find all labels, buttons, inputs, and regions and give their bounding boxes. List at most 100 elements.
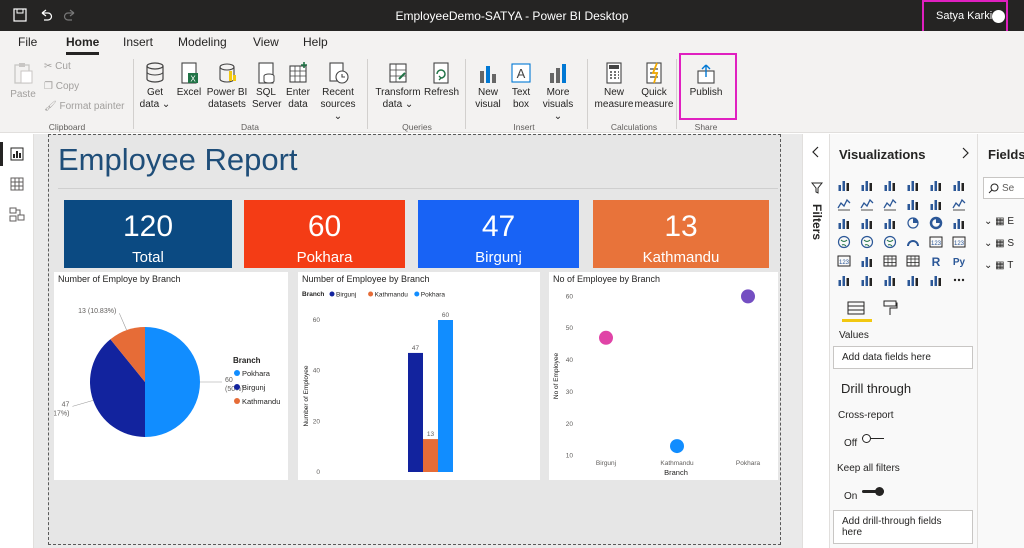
quick-measure-button[interactable]: Quick measure [634,61,674,111]
fields-tab[interactable] [842,300,872,322]
chevron-left-icon[interactable] [811,146,821,158]
treemap-visual-icon[interactable] [952,216,966,230]
kpi-card-pokhara[interactable]: 60 Pokhara [244,200,405,268]
refresh-button[interactable]: Refresh [424,61,459,99]
shape-map-visual-icon[interactable] [883,235,897,249]
separator [676,59,677,129]
quick-measure-label-2: measure [634,99,674,110]
model-view-icon[interactable] [9,206,25,222]
legend-item: Pokhara [421,292,446,299]
copy-button[interactable]: ❐ Copy [44,81,79,93]
line-clustered-visual-icon[interactable] [929,197,943,211]
donut-visual-icon[interactable] [929,216,943,230]
get-data-button[interactable]: Get data ⌄ [139,61,171,111]
tab-view[interactable]: View [253,35,279,49]
kpi-card-birgunj[interactable]: 47 Birgunj [418,200,579,268]
y-axis-label: No of Employee [553,352,560,399]
filled-map-visual-icon[interactable] [860,235,874,249]
format-paint-roller-icon[interactable] [882,300,898,316]
drill-through-drop-zone[interactable]: Add drill-through fields here [833,510,973,544]
card-visual-icon[interactable]: 123 [929,235,943,249]
cut-button[interactable]: ✂ Cut [44,61,71,73]
fields-search-input[interactable]: Se [983,177,1024,199]
line-visual-icon[interactable] [837,197,851,211]
clustered-column-visual-icon[interactable] [906,178,920,192]
kpi-card-total[interactable]: 120 Total [64,200,232,268]
field-table-item[interactable]: ⌄ ▦ E [984,216,1014,230]
field-table-item[interactable]: ⌄ ▦ S [984,238,1014,252]
text-box-label-1: Text [511,87,531,98]
format-painter-button[interactable]: 🖌 Format painter [44,101,125,113]
stacked-area-visual-icon[interactable] [883,197,897,211]
bar-chart: Branch Birgunj Kathmandu Pokhara 0 20 40 60 Numb… [302,291,453,476]
multi-row-card-visual-icon[interactable]: 123 [952,235,966,249]
new-visual-icon [480,66,496,83]
pie-visual-icon[interactable] [906,216,920,230]
svg-text:123: 123 [931,241,942,247]
tab-insert[interactable]: Insert [123,35,153,49]
bar-chart-card[interactable]: Number of Employee by Branch Branch Birgu… [298,272,540,480]
100-bar-visual-icon[interactable] [929,178,943,192]
scatter-visual-icon[interactable] [883,216,897,230]
new-visual-label-1: New [477,87,498,98]
quick-measure-icon [646,62,662,84]
table-visual-icon[interactable] [883,254,897,268]
filters-pane[interactable]: Filters [802,134,830,548]
decomposition-tree-visual-icon[interactable] [860,273,874,287]
waterfall-visual-icon[interactable] [837,216,851,230]
chevron-right-icon[interactable] [960,147,970,159]
values-drop-zone[interactable]: Add data fields here [833,346,973,369]
key-influencers-visual-icon[interactable] [837,273,851,287]
pie-chart-card[interactable]: Number of Employe by Branch 60(50%)47(39… [54,272,288,480]
kpi-card-kathmandu[interactable]: 13 Kathmandu [593,200,769,268]
more-visual-icon[interactable] [952,273,966,287]
qa-visual-icon[interactable] [883,273,897,287]
enter-data-button[interactable]: Enter data [284,61,312,111]
map-visual-icon[interactable] [837,235,851,249]
report-view-icon[interactable] [9,146,25,162]
data-view-icon[interactable] [9,176,25,192]
100-column-visual-icon[interactable] [952,178,966,192]
funnel-visual-icon[interactable] [860,216,874,230]
area-visual-icon[interactable] [860,197,874,211]
tab-modeling[interactable]: Modeling [178,35,227,49]
excel-button[interactable]: X Excel [176,61,202,99]
database-icon [146,62,164,83]
transform-data-button[interactable]: Transform data ⌄ [374,61,422,111]
more-visuals-button[interactable]: More visuals ⌄ [538,61,578,123]
stacked-column-visual-icon[interactable] [860,178,874,192]
tab-home[interactable]: Home [66,35,100,55]
new-visual-button[interactable]: New visual [472,61,504,111]
new-measure-button[interactable]: New measure [594,61,634,111]
scatter-point [741,289,755,304]
matrix-visual-icon[interactable] [906,254,920,268]
tab-help[interactable]: Help [303,35,328,49]
smart-narrative-visual-icon[interactable] [906,273,920,287]
y-tick-label: 10 [566,453,574,460]
power-bi-datasets-button[interactable]: Power BI datasets [205,61,249,111]
legend-title: Branch [233,356,261,365]
ribbon-visual-icon[interactable] [952,197,966,211]
cross-report-toggle[interactable]: Off [844,433,884,449]
paste-button[interactable]: Paste [8,61,38,101]
line-column-visual-icon[interactable] [906,197,920,211]
python-visual-visual-icon[interactable]: Py [952,254,966,268]
scatter-chart-card[interactable]: No of Employee by Branch 10 20 30 40 50 60 No … [549,272,778,480]
kpi-visual-icon[interactable]: 123 [837,254,851,268]
text-box-button[interactable]: A Text box [506,61,536,111]
insert-group-label: Insert [513,122,535,132]
r-visual-visual-icon[interactable]: R [929,254,943,268]
keep-filters-toggle[interactable]: On [844,486,884,502]
sql-server-button[interactable]: SQL Server [252,61,281,111]
transform-icon [389,63,407,83]
paginated-visual-icon[interactable] [929,273,943,287]
clustered-bar-visual-icon[interactable] [883,178,897,192]
field-table-item[interactable]: ⌄ ▦ T [984,260,1013,274]
tab-file[interactable]: File [18,35,37,49]
stacked-bar-visual-icon[interactable] [837,178,851,192]
report-title[interactable]: Employee Report [58,142,298,178]
recent-sources-button[interactable]: Recent sources ⌄ [316,61,360,123]
slicer-visual-icon[interactable] [860,254,874,268]
gauge-visual-icon[interactable] [906,235,920,249]
excel-label: Excel [176,87,202,98]
